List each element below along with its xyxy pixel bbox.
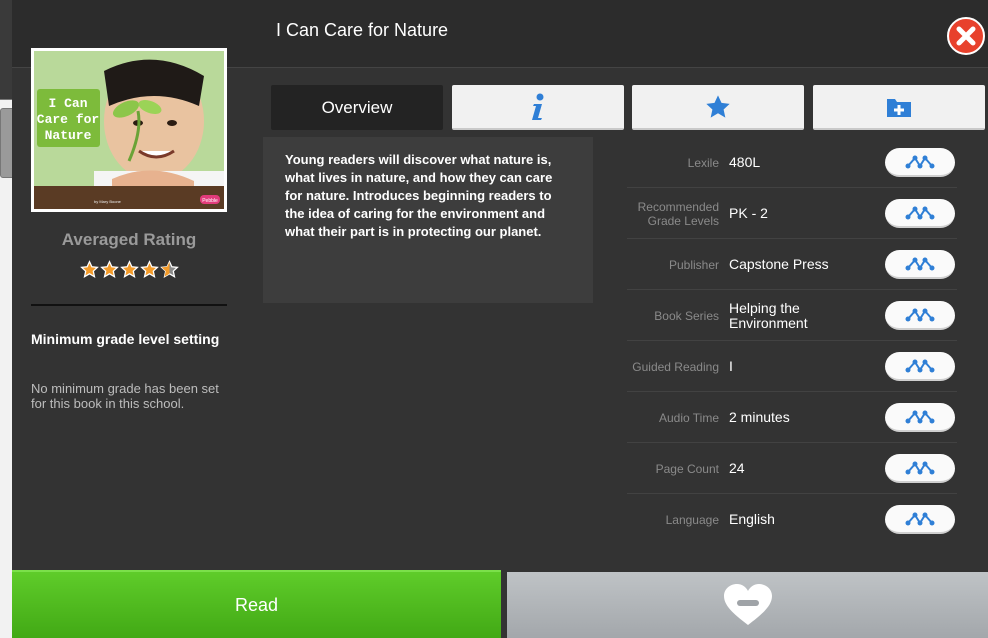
cover-publisher-mark: Pebble: [202, 198, 218, 204]
detail-label: Lexile: [687, 155, 719, 170]
star-icon: [706, 94, 730, 118]
find-similar-button[interactable]: [885, 352, 955, 381]
detail-value: Capstone Press: [729, 256, 829, 272]
book-title: I Can Care for Nature: [276, 20, 449, 40]
network-icon: [905, 257, 935, 270]
cover-title-line1: I Can: [48, 96, 87, 111]
averaged-rating-label: Averaged Rating: [61, 230, 197, 249]
detail-row-book-series: Book Series Helping the Environment: [627, 290, 957, 341]
book-cover: I Can Care for Nature by Mary Boone Pebb…: [31, 48, 227, 212]
half-star-icon: [159, 260, 179, 278]
find-similar-button[interactable]: [885, 199, 955, 228]
network-icon: [905, 155, 935, 168]
folder-add-icon: [887, 98, 911, 117]
tab-overview[interactable]: Overview: [271, 85, 443, 130]
find-similar-button[interactable]: [885, 454, 955, 483]
detail-row-guided-reading: Guided Reading I: [627, 341, 957, 392]
find-similar-button[interactable]: [885, 505, 955, 534]
detail-label: Recommended Grade Levels: [637, 199, 719, 228]
cover-author: by Mary Boone: [94, 199, 122, 204]
detail-row-publisher: Publisher Capstone Press: [627, 239, 957, 290]
find-similar-button[interactable]: [885, 148, 955, 177]
book-description: Young readers will discover what nature …: [263, 137, 593, 303]
star-icon: [99, 260, 119, 278]
find-similar-button[interactable]: [885, 403, 955, 432]
star-icon: [119, 260, 139, 278]
cover-title-line3: Nature: [45, 128, 92, 143]
book-details-modal: I Can Care for Nature I Can Care for Nat…: [12, 0, 988, 638]
tab-info[interactable]: [452, 85, 624, 130]
detail-row-audio-time: Audio Time 2 minutes: [627, 392, 957, 443]
detail-label: Audio Time: [658, 410, 719, 425]
network-icon: [905, 461, 935, 474]
detail-row-lexile: Lexile 480L: [627, 137, 957, 188]
detail-row-grade-levels: Recommended Grade Levels PK - 2: [627, 188, 957, 239]
star-icon: [139, 260, 159, 278]
detail-value: Helping the Environment: [729, 299, 808, 331]
network-icon: [905, 206, 935, 219]
detail-label: Page Count: [655, 461, 719, 476]
tab-add-to-folder[interactable]: [813, 85, 985, 130]
detail-value: English: [729, 511, 775, 527]
detail-label: Book Series: [654, 308, 719, 323]
min-grade-text: No minimum grade has been set for this b…: [31, 381, 219, 411]
network-icon: [905, 410, 935, 423]
detail-label: Publisher: [668, 257, 719, 272]
network-icon: [905, 308, 935, 321]
detail-value: 2 minutes: [729, 409, 790, 425]
star-icon: [79, 260, 99, 278]
read-button[interactable]: Read: [12, 570, 501, 638]
detail-row-page-count: Page Count 24: [627, 443, 957, 494]
find-similar-button[interactable]: [885, 301, 955, 330]
network-icon: [905, 512, 935, 525]
network-icon: [905, 359, 935, 372]
detail-value: 24: [729, 460, 745, 476]
heart-minus-icon: [723, 584, 772, 625]
min-grade-title: Minimum grade level setting: [31, 331, 220, 347]
tab-favorite[interactable]: [632, 85, 804, 130]
detail-value: PK - 2: [729, 205, 768, 221]
close-button[interactable]: [947, 17, 985, 55]
sidebar-divider: [31, 304, 227, 306]
detail-label: Language: [665, 512, 719, 527]
rating-stars: [31, 260, 227, 279]
cover-illustration: I Can Care for Nature by Mary Boone Pebb…: [34, 51, 224, 209]
info-icon: [532, 93, 544, 120]
find-similar-button[interactable]: [885, 250, 955, 279]
close-icon: [956, 26, 976, 46]
detail-row-language: Language English: [627, 494, 957, 545]
detail-value: I: [729, 358, 733, 374]
detail-value: 480L: [729, 154, 761, 170]
book-details-list: Lexile 480L Recommended Grade Levels PK …: [627, 137, 957, 545]
cover-title-line2: Care for: [37, 112, 99, 127]
remove-favorite-button[interactable]: [507, 572, 988, 638]
detail-label: Guided Reading: [632, 359, 719, 374]
